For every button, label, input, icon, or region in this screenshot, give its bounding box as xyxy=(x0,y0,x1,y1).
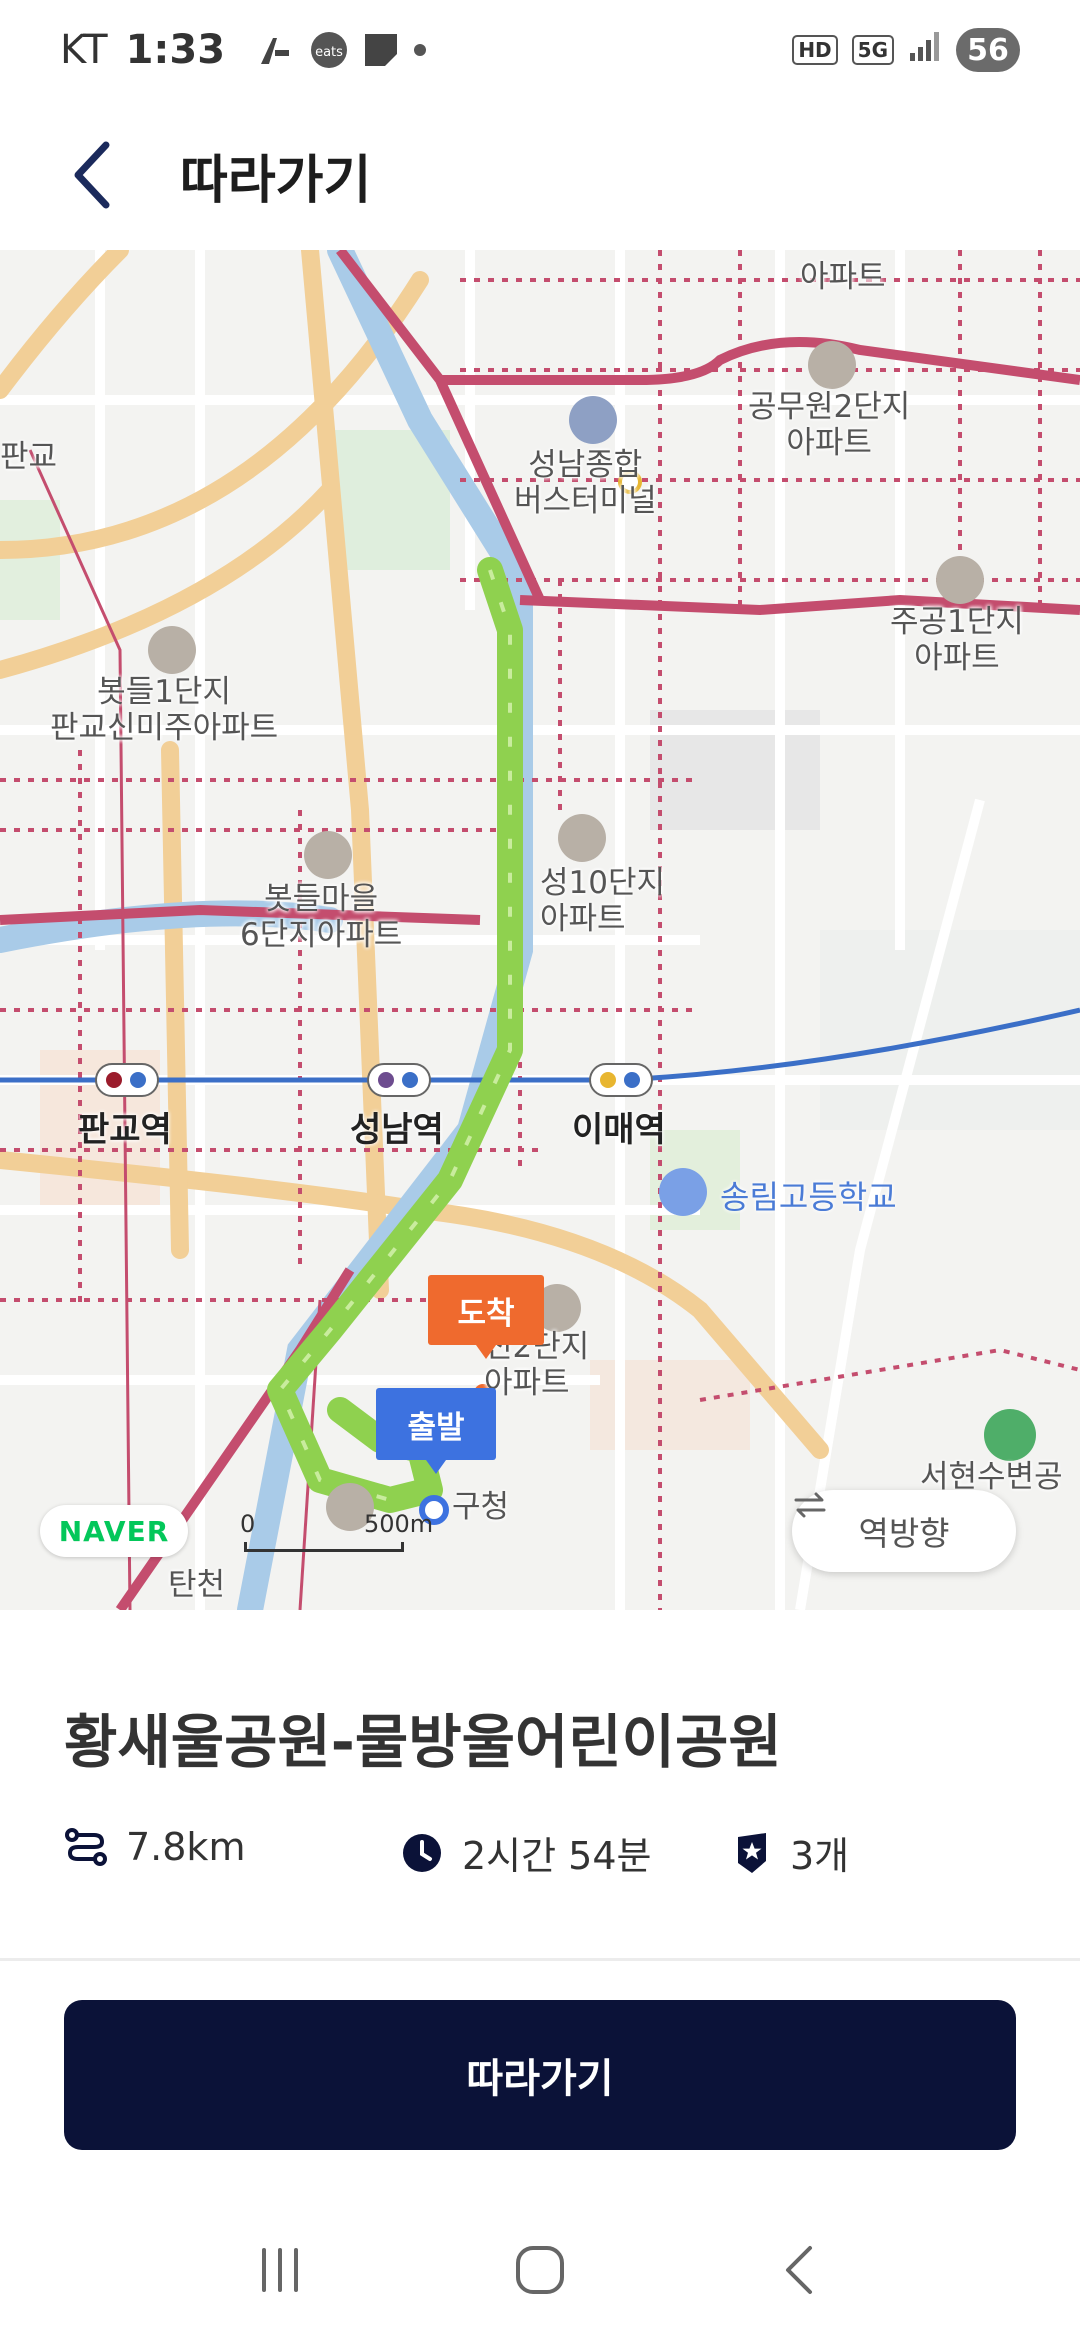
poi-label: 성10단지 아파트 xyxy=(540,865,666,937)
station-label-imae: 이매역 xyxy=(572,1110,666,1150)
hd-badge: HD xyxy=(792,35,838,65)
station-label-pangyo: 판교역 xyxy=(78,1110,172,1150)
arrival-marker[interactable]: 도착 xyxy=(428,1275,544,1359)
stamp-badge-icon xyxy=(738,1832,766,1873)
scale-line xyxy=(244,1542,404,1552)
system-back-button[interactable] xyxy=(755,2225,845,2315)
station-label-seongnam: 성남역 xyxy=(350,1110,444,1150)
follow-button[interactable]: 따라가기 xyxy=(64,2000,1016,2150)
section-divider xyxy=(0,1958,1080,1961)
notification-app-icon xyxy=(255,30,295,70)
course-title: 황새울공원-물방울어린이공원 xyxy=(64,1708,782,1776)
duration-value: 2시간 54분 xyxy=(462,1834,652,1878)
naver-logo: NAVER xyxy=(40,1505,188,1557)
reverse-direction-label: 역방향 xyxy=(858,1514,950,1553)
poi-label: 공무원2단지 아파트 xyxy=(748,389,911,461)
school-label: 송림고등학교 xyxy=(720,1178,897,1216)
poi-label: 구청 xyxy=(452,1489,510,1525)
network-badge: 5G xyxy=(851,35,894,65)
poi-label: 봇들마을 6단지아파트 xyxy=(240,881,403,953)
poi-label: 판교 xyxy=(0,439,58,475)
route-map[interactable]: 아파트 공무원2단지 아파트 성남종합 버스터미널 주공1단지 아파트 봇들1단… xyxy=(0,250,1080,1610)
chevron-left-icon xyxy=(74,141,110,209)
route-icon xyxy=(65,1828,107,1866)
memo-app-icon xyxy=(363,32,399,68)
signal-icon xyxy=(908,27,942,73)
poi-label: 아파트 xyxy=(800,259,886,295)
scale-distance-label: 500m xyxy=(364,1510,434,1538)
poi-label: 주공1단지 아파트 xyxy=(890,604,1024,676)
clock: 1:33 xyxy=(125,27,226,73)
carrier-label: KT xyxy=(60,27,108,73)
distance-stat: 7.8km xyxy=(64,1825,245,1869)
map-scale-bar: 0 500m xyxy=(240,1510,433,1554)
reverse-direction-button[interactable]: 역방향 xyxy=(792,1490,1016,1572)
status-bar: KT 1:33 eats HD 5G 56 xyxy=(0,0,1080,100)
home-icon xyxy=(516,2246,564,2294)
system-nav-bar xyxy=(0,2200,1080,2340)
swap-arrows-icon xyxy=(794,1492,826,1518)
recent-apps-icon xyxy=(262,2248,298,2292)
battery-indicator: 56 xyxy=(956,28,1020,72)
distance-value: 7.8km xyxy=(126,1825,246,1869)
back-icon xyxy=(786,2246,812,2294)
more-notifications-icon xyxy=(413,43,427,57)
departure-marker[interactable]: 출발 xyxy=(376,1388,496,1474)
app-header: 따라가기 xyxy=(0,100,1080,250)
poi-label: 봇들1단지 판교신미주아파트 xyxy=(50,674,279,746)
home-button[interactable] xyxy=(495,2225,585,2315)
stamps-value: 3개 xyxy=(790,1834,850,1878)
eats-app-icon: eats xyxy=(309,30,349,70)
back-button[interactable] xyxy=(70,135,130,215)
scale-zero-label: 0 xyxy=(240,1510,256,1538)
stamps-stat: 3개 xyxy=(732,1825,849,1880)
clock-icon xyxy=(403,1833,441,1872)
poi-label: 성남종합 버스터미널 xyxy=(514,447,657,519)
recent-apps-button[interactable] xyxy=(235,2225,325,2315)
duration-stat: 2시간 54분 xyxy=(400,1825,652,1880)
svg-text:eats: eats xyxy=(315,45,343,60)
course-stats: 7.8km 2시간 54분 3개 xyxy=(64,1825,1024,1895)
poi-label: 탄천 xyxy=(168,1567,226,1603)
page-title: 따라가기 xyxy=(180,150,372,211)
